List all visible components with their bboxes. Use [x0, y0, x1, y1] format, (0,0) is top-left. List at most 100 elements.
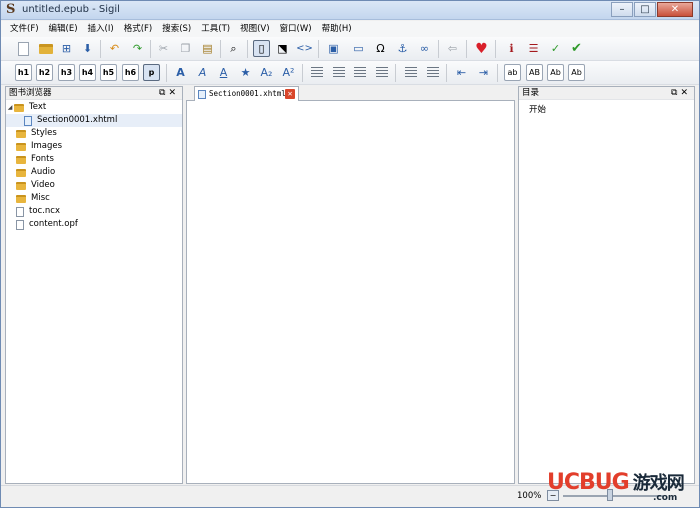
align-center-icon[interactable] [330, 64, 347, 81]
align-left-icon[interactable] [308, 64, 325, 81]
tree-item-misc[interactable]: Misc [6, 192, 182, 205]
bold-icon[interactable]: A [172, 64, 189, 81]
menu-tools[interactable]: 工具(T) [196, 22, 235, 36]
cut-icon[interactable]: ✂ [155, 40, 172, 57]
metadata-info-icon[interactable]: ℹ [503, 40, 520, 57]
minimize-button[interactable]: – [611, 2, 633, 17]
heading-h3-button[interactable]: h3 [58, 64, 75, 81]
anchor-icon[interactable]: ⚓ [394, 40, 411, 57]
panel-controls[interactable]: ⧉✕ [671, 87, 691, 99]
heading-h2-button[interactable]: h2 [36, 64, 53, 81]
maximize-button[interactable]: □ [634, 2, 656, 17]
italic-icon[interactable]: A [194, 64, 211, 81]
undo-icon[interactable]: ↶ [106, 40, 123, 57]
collapse-arrow-icon[interactable]: ◢ [6, 101, 14, 114]
special-char-icon[interactable]: Ω [372, 40, 389, 57]
align-right-icon[interactable] [351, 64, 368, 81]
tree-item-video[interactable]: Video [6, 179, 182, 192]
folder-icon [16, 129, 26, 138]
menu-search[interactable]: 搜索(S) [157, 22, 196, 36]
numbered-list-icon[interactable] [424, 64, 441, 81]
heading-h1-button[interactable]: h1 [15, 64, 32, 81]
menu-view[interactable]: 视图(V) [235, 22, 274, 36]
tab-section0001[interactable]: Section0001.xhtml ✕ [194, 86, 299, 101]
panel-controls[interactable]: ⧉✕ [159, 87, 179, 99]
book-view-editor[interactable] [186, 100, 515, 484]
copy-icon[interactable]: ❐ [177, 40, 194, 57]
validate-check-icon[interactable]: ✔ [568, 40, 585, 57]
bullet-list-icon[interactable] [402, 64, 419, 81]
spellcheck-icon[interactable]: ✓ [547, 40, 564, 57]
heading-h4-button[interactable]: h4 [79, 64, 96, 81]
tree-item-styles[interactable]: Styles [6, 127, 182, 140]
strikethrough-icon[interactable]: ★ [237, 64, 254, 81]
menu-insert[interactable]: 插入(I) [83, 22, 119, 36]
tree-item-content-opf[interactable]: content.opf [6, 218, 182, 231]
back-arrow-icon[interactable]: ⇦ [444, 40, 461, 57]
tree-item-text[interactable]: ◢ Text [6, 101, 182, 114]
menu-edit[interactable]: 编辑(E) [44, 22, 83, 36]
find-icon[interactable]: ⌕ [225, 40, 242, 57]
menu-file[interactable]: 文件(F) [5, 22, 44, 36]
redo-icon[interactable]: ↷ [129, 40, 146, 57]
save-icon[interactable]: ⬇ [79, 40, 96, 57]
uppercase-button[interactable]: AB [526, 64, 543, 81]
tree-item-audio[interactable]: Audio [6, 166, 182, 179]
toolbar-separator [438, 40, 439, 58]
book-browser-header: 图书浏览器 ⧉✕ [6, 87, 182, 100]
lowercase-button[interactable]: ab [504, 64, 521, 81]
folder-icon [16, 194, 26, 203]
donate-heart-icon[interactable]: ♥ [473, 40, 490, 57]
paste-icon[interactable]: ▤ [199, 40, 216, 57]
link-icon[interactable]: ∞ [416, 40, 433, 57]
align-justify-icon[interactable] [373, 64, 390, 81]
menu-format[interactable]: 格式(F) [119, 22, 158, 36]
superscript-icon[interactable]: A² [280, 64, 297, 81]
toolbar-separator [497, 64, 498, 82]
sigil-logo-icon: S [6, 2, 16, 17]
new-file-icon[interactable] [15, 40, 32, 57]
split-view-icon[interactable]: ⬔ [274, 40, 291, 57]
close-button[interactable]: ✕ [657, 2, 693, 17]
tree-item-fonts[interactable]: Fonts [6, 153, 182, 166]
open-folder-icon[interactable] [37, 40, 54, 57]
tree-item-toc-ncx[interactable]: toc.ncx [6, 205, 182, 218]
main-toolbar: ⊞ ⬇ ↶ ↷ ✂ ❐ ▤ ⌕ ▯ ⬔ <> ▣ ▭ Ω ⚓ ∞ ⇦ ♥ ℹ ☰… [1, 37, 699, 61]
menu-help[interactable]: 帮助(H) [317, 22, 357, 36]
title-case-button[interactable]: Ab [568, 64, 585, 81]
title-bar[interactable]: S untitled.epub - Sigil – □ ✕ [1, 1, 699, 20]
heading-h5-button[interactable]: h5 [100, 64, 117, 81]
book-view-icon[interactable]: ▯ [253, 40, 270, 57]
add-file-icon[interactable]: ⊞ [58, 40, 75, 57]
paragraph-button[interactable]: p [143, 64, 160, 81]
tab-label: Section0001.xhtml [209, 89, 286, 98]
folder-icon [16, 155, 26, 164]
underline-icon[interactable]: A [215, 64, 232, 81]
insert-image-icon[interactable]: ▣ [325, 40, 342, 57]
toc-panel: 目录 ⧉✕ 开始 [518, 86, 695, 484]
tab-close-icon[interactable]: ✕ [285, 89, 295, 99]
increase-indent-icon[interactable]: ⇥ [475, 64, 492, 81]
toolbar-separator [150, 40, 151, 58]
toc-title: 目录 [522, 88, 540, 98]
toc-entry[interactable]: 开始 [529, 103, 546, 115]
file-tree: ◢ Text Section0001.xhtml Styles Images Fo… [6, 101, 182, 231]
heading-h6-button[interactable]: h6 [122, 64, 139, 81]
file-icon [16, 206, 24, 217]
xhtml-file-icon [198, 90, 206, 99]
toc-header: 目录 ⧉✕ [519, 87, 694, 100]
insert-media-icon[interactable]: ▭ [350, 40, 367, 57]
sentence-case-button[interactable]: Ab [547, 64, 564, 81]
file-icon [16, 219, 24, 230]
menu-window[interactable]: 窗口(W) [275, 22, 317, 36]
code-view-icon[interactable]: <> [296, 40, 313, 57]
zoom-slider[interactable] [563, 495, 663, 497]
decrease-indent-icon[interactable]: ⇤ [453, 64, 470, 81]
toc-list-icon[interactable]: ☰ [525, 40, 542, 57]
folder-icon [16, 181, 26, 190]
app-window: S untitled.epub - Sigil – □ ✕ 文件(F) 编辑(E… [0, 0, 700, 508]
toolbar-separator [166, 64, 167, 82]
tree-item-images[interactable]: Images [6, 140, 182, 153]
subscript-icon[interactable]: A₂ [258, 64, 275, 81]
tree-item-section0001[interactable]: Section0001.xhtml [6, 114, 182, 127]
